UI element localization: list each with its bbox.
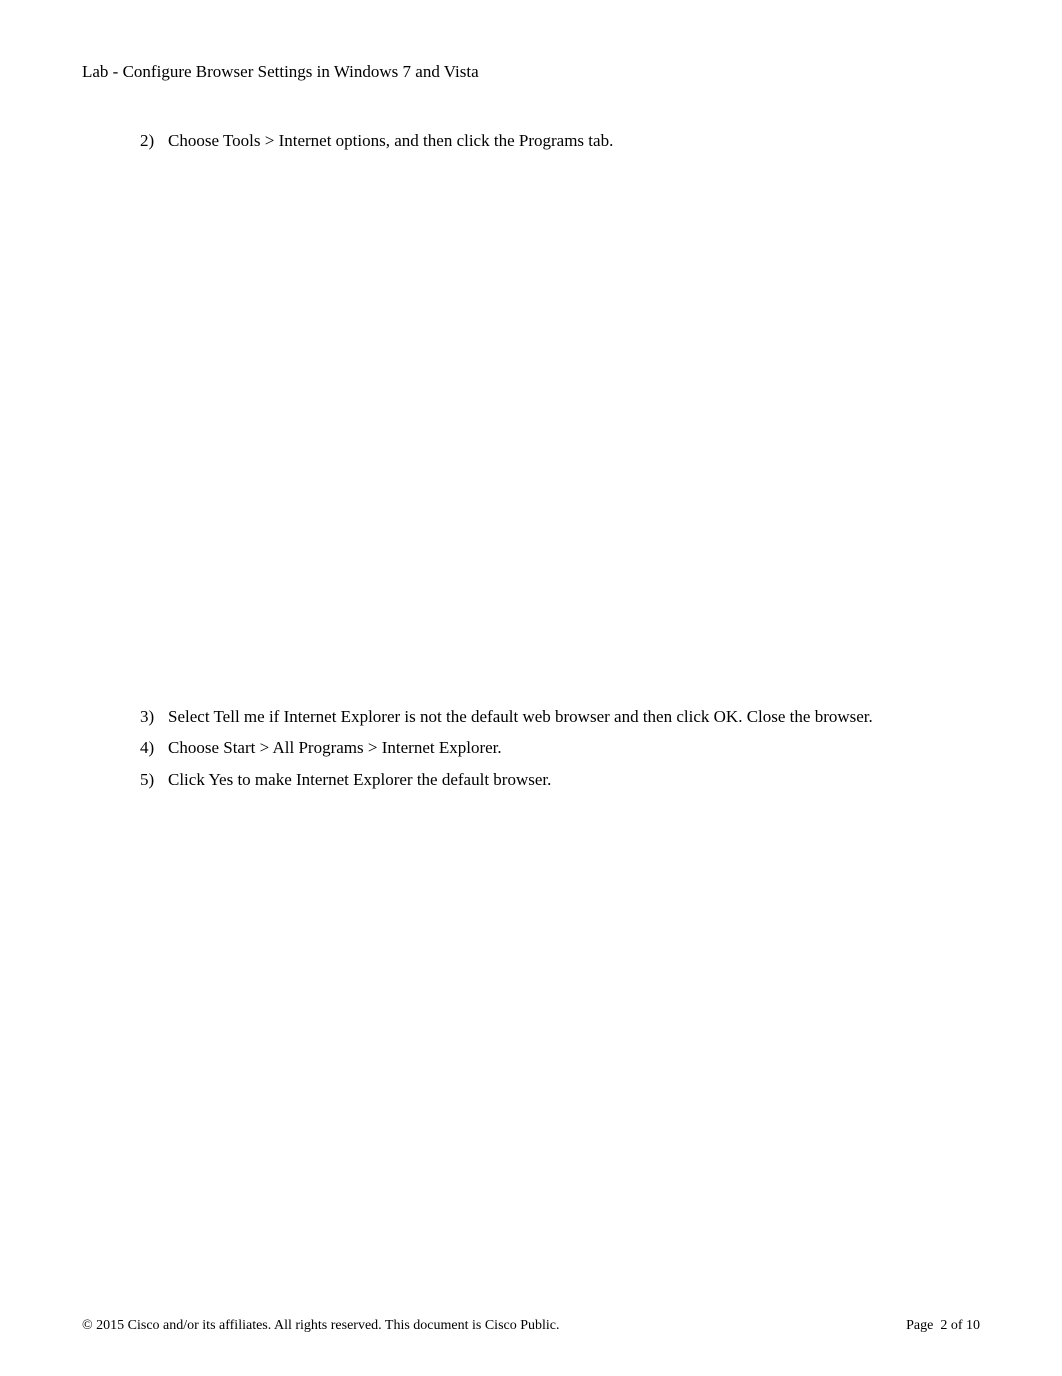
document-content: 2) Choose Tools > Internet options, and … [82,128,980,792]
step-text: tab. [584,131,613,150]
step-5: 5) Click Yes to make Internet Explorer t… [140,767,980,793]
step-number: 4) [140,735,168,761]
step-number: 3) [140,704,168,730]
page-footer: © 2015 Cisco and/or its affiliates. All … [82,1318,980,1334]
step-body: Click Yes to make Internet Explorer the … [168,767,980,793]
step-body: Select Tell me if Internet Explorer is n… [168,704,980,730]
step-4: 4) Choose Start > All Programs > Interne… [140,735,980,761]
step-text: and then click [610,707,714,726]
page-label: Page [906,1318,940,1333]
step-text: . Close the browser. [738,707,873,726]
document-page: Lab - Configure Browser Settings in Wind… [0,0,1062,1376]
step-text: to make Internet Explorer the default br… [233,770,551,789]
step-body: Choose Tools > Internet options, and the… [168,128,980,154]
step-3: 3) Select Tell me if Internet Explorer i… [140,704,980,730]
page-total: 10 [966,1318,980,1333]
page-of: of [947,1318,966,1333]
step-bold: OK [714,707,739,726]
step-number: 2) [140,128,168,154]
step-text: . [497,738,501,757]
step-text: Select [168,707,213,726]
step-bold: Tools > Internet options [223,131,386,150]
step-2: 2) Choose Tools > Internet options, and … [140,128,980,154]
step-number: 5) [140,767,168,793]
step-bold: Yes [208,770,233,789]
step-bold: Tell me if Internet Explorer is not the … [213,707,609,726]
step-text: Click [168,770,208,789]
footer-copyright: © 2015 Cisco and/or its affiliates. All … [82,1318,560,1334]
page-header-title: Lab - Configure Browser Settings in Wind… [82,62,980,82]
step-bold: Programs [519,131,584,150]
footer-page-info: Page 2 of 10 [906,1318,980,1334]
step-body: Choose Start > All Programs > Internet E… [168,735,980,761]
step-bold: Start > All Programs > Internet Explorer [223,738,497,757]
step-text: Choose [168,738,223,757]
step-text: Choose [168,131,223,150]
image-placeholder-space [140,160,980,704]
step-text: , and then click the [386,131,519,150]
